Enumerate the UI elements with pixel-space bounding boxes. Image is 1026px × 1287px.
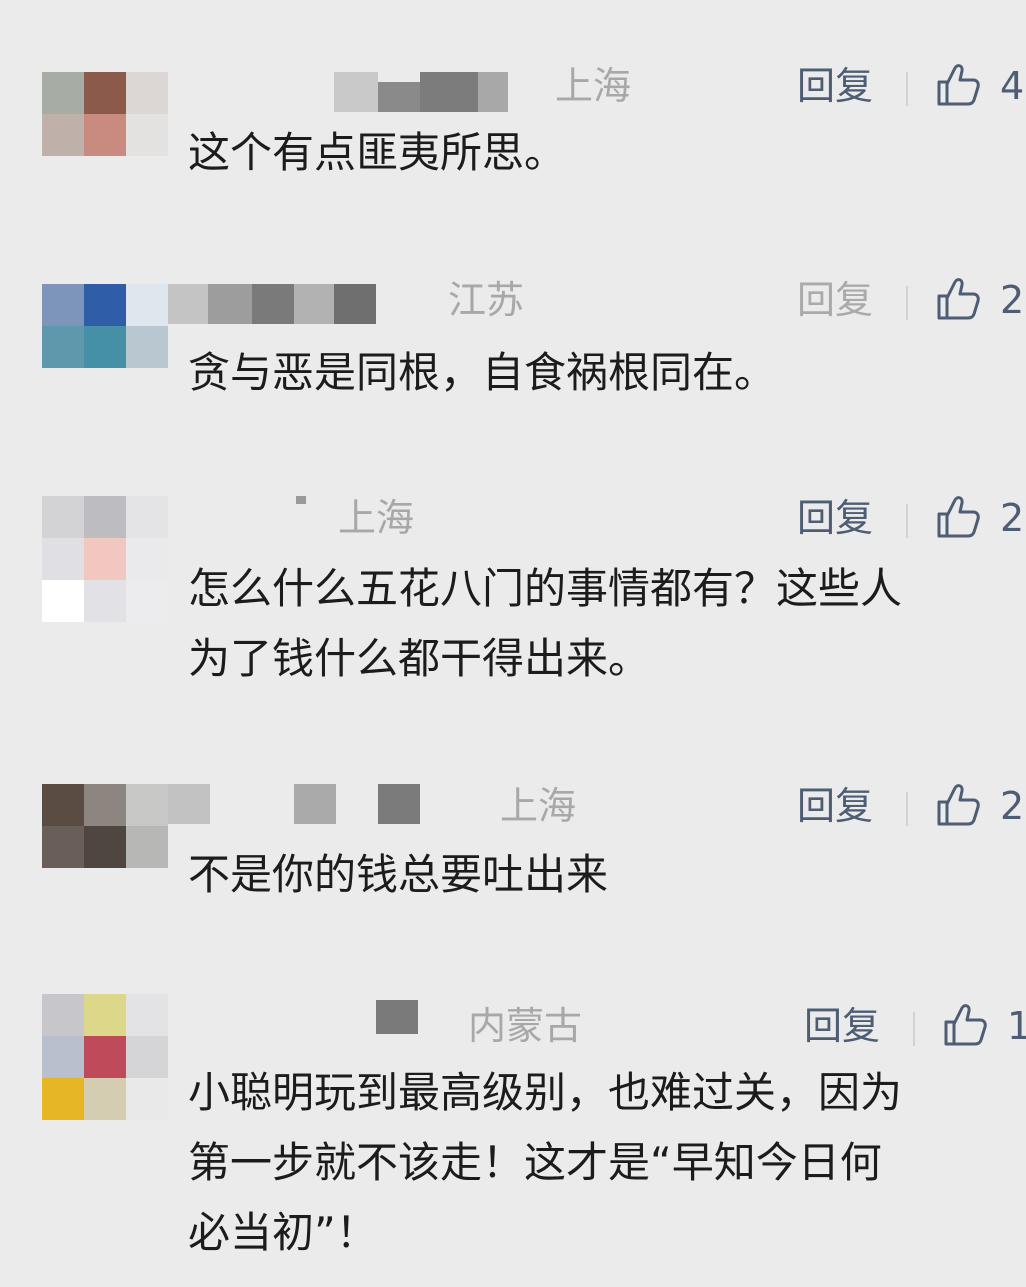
thumbs-up-icon[interactable]: [935, 494, 981, 540]
avatar-mosaic-cell: [126, 496, 168, 538]
avatar-mosaic-cell: [42, 1078, 84, 1120]
comment-text: 这个有点匪夷所思。: [188, 128, 567, 177]
region-label: 上海: [500, 784, 577, 828]
region-label: 内蒙古: [468, 1004, 583, 1048]
username-blurred[interactable]: [188, 496, 328, 536]
avatar-mosaic-cell: [42, 580, 84, 622]
avatar[interactable]: [42, 994, 168, 1120]
comment-text: 小聪明玩到最高级别，也难过关，因为 第一步就不该走！这才是“早知今日何 必当初”…: [188, 1068, 903, 1257]
avatar-mosaic-cell: [126, 1078, 168, 1120]
avatar-mosaic-cell: [84, 284, 126, 326]
avatar-mosaic-cell: [84, 326, 126, 368]
like-count: 2: [1000, 278, 1025, 322]
avatar-mosaic-cell: [84, 496, 126, 538]
avatar[interactable]: [42, 784, 168, 910]
avatar-mosaic-cell: [126, 994, 168, 1036]
avatar-mosaic-cell: [84, 156, 126, 198]
username-blurred[interactable]: [188, 72, 518, 112]
avatar-mosaic-cell: [84, 114, 126, 156]
avatar-mosaic-cell: [126, 114, 168, 156]
avatar-mosaic-cell: [84, 580, 126, 622]
avatar-mosaic-cell: [126, 538, 168, 580]
avatar-mosaic-cell: [126, 826, 168, 868]
avatar-mosaic-cell: [42, 326, 84, 368]
avatar-mosaic-cell: [42, 826, 84, 868]
comment-text: 怎么什么五花八门的事情都有？这些人 为了钱什么都干得出来。: [188, 564, 903, 683]
avatar-mosaic-cell: [42, 496, 84, 538]
thumbs-up-icon[interactable]: [942, 1002, 988, 1048]
avatar-mosaic-cell: [126, 868, 168, 910]
divider: [913, 1012, 915, 1046]
avatar-mosaic-cell: [42, 156, 84, 198]
avatar-mosaic-cell: [126, 326, 168, 368]
like-count: 4: [1000, 64, 1025, 108]
avatar-mosaic-cell: [84, 868, 126, 910]
avatar-mosaic-cell: [126, 284, 168, 326]
divider: [906, 72, 908, 106]
avatar-mosaic-cell: [84, 368, 126, 410]
reply-button[interactable]: 回复: [797, 280, 873, 320]
thumbs-up-icon[interactable]: [935, 782, 981, 828]
divider: [906, 286, 908, 320]
region-label: 江苏: [448, 278, 525, 322]
thumbs-up-icon[interactable]: [935, 276, 981, 322]
avatar-mosaic-cell: [84, 1078, 126, 1120]
avatar-mosaic-cell: [42, 1036, 84, 1078]
avatar[interactable]: [42, 496, 168, 622]
avatar-mosaic-cell: [84, 1036, 126, 1078]
avatar-mosaic-cell: [42, 284, 84, 326]
divider: [906, 504, 908, 538]
reply-button[interactable]: 回复: [797, 498, 873, 538]
avatar-mosaic-cell: [42, 368, 84, 410]
avatar-mosaic-cell: [42, 994, 84, 1036]
avatar-mosaic-cell: [84, 538, 126, 580]
reply-button[interactable]: 回复: [797, 786, 873, 826]
divider: [906, 792, 908, 826]
username-blurred[interactable]: [168, 784, 428, 824]
comment-text: 贪与恶是同根，自食祸根同在。: [188, 348, 777, 397]
thumbs-up-icon[interactable]: [935, 62, 981, 108]
avatar-mosaic-cell: [84, 72, 126, 114]
like-count: 2: [1000, 784, 1025, 828]
avatar-mosaic-cell: [42, 72, 84, 114]
reply-button[interactable]: 回复: [797, 66, 873, 106]
avatar-mosaic-cell: [84, 784, 126, 826]
avatar-mosaic-cell: [84, 994, 126, 1036]
like-count: 1: [1007, 1004, 1026, 1048]
avatar[interactable]: [42, 284, 168, 410]
avatar-mosaic-cell: [126, 72, 168, 114]
avatar-mosaic-cell: [84, 826, 126, 868]
username-blurred[interactable]: [168, 284, 428, 324]
avatar-mosaic-cell: [42, 114, 84, 156]
avatar-mosaic-cell: [126, 784, 168, 826]
avatar-mosaic-cell: [42, 868, 84, 910]
avatar-mosaic-cell: [126, 580, 168, 622]
comment-text: 不是你的钱总要吐出来: [188, 850, 609, 899]
like-count: 2: [1000, 496, 1025, 540]
avatar-mosaic-cell: [126, 368, 168, 410]
avatar-mosaic-cell: [42, 784, 84, 826]
region-label: 上海: [338, 496, 415, 540]
avatar-mosaic-cell: [126, 1036, 168, 1078]
reply-button[interactable]: 回复: [804, 1006, 880, 1046]
avatar-mosaic-cell: [126, 156, 168, 198]
avatar-mosaic-cell: [42, 538, 84, 580]
region-label: 上海: [555, 64, 632, 108]
avatar[interactable]: [42, 72, 168, 198]
username-blurred[interactable]: [188, 994, 448, 1034]
